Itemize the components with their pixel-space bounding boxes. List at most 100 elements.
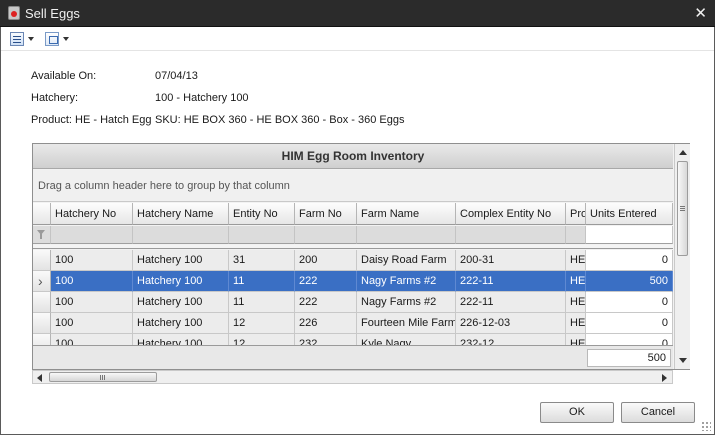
cell-hatchery-no[interactable]: 100: [51, 250, 133, 271]
cell-farm-name[interactable]: Kyle Nagy: [357, 334, 456, 345]
cell-units-entered[interactable]: 0: [586, 334, 673, 345]
cell-farm-name[interactable]: Fourteen Mile Farm: [357, 313, 456, 334]
cell-units-entered[interactable]: 0: [586, 292, 673, 313]
ok-button[interactable]: OK: [540, 402, 614, 423]
scroll-left-icon[interactable]: [37, 374, 42, 382]
egg-inventory-grid: HIM Egg Room Inventory Drag a column hea…: [32, 143, 690, 370]
title-bar: Sell Eggs ✕: [0, 0, 715, 27]
filter-product[interactable]: [566, 226, 586, 244]
filter-entity-no[interactable]: [229, 226, 295, 244]
row-selector[interactable]: [33, 250, 51, 271]
cancel-button[interactable]: Cancel: [621, 402, 695, 423]
horizontal-scroll-thumb[interactable]: [49, 372, 157, 382]
horizontal-scrollbar[interactable]: [32, 370, 673, 384]
cell-hatchery-name[interactable]: Hatchery 100: [133, 271, 229, 292]
cell-farm-name[interactable]: Daisy Road Farm: [357, 250, 456, 271]
layout-dropdown[interactable]: [45, 31, 69, 47]
cell-hatchery-no[interactable]: 100: [51, 334, 133, 345]
grid-rows: 100 Hatchery 100 31 200 Daisy Road Farm …: [33, 250, 673, 345]
row-selector[interactable]: [33, 334, 51, 345]
list-view-dropdown[interactable]: [10, 31, 34, 47]
cell-farm-no[interactable]: 232: [295, 334, 357, 345]
group-by-panel[interactable]: Drag a column header here to group by th…: [33, 170, 673, 202]
table-row[interactable]: 100 Hatchery 100 11 222 Nagy Farms #2 22…: [33, 292, 673, 313]
product-label: Product: HE - Hatch Egg: [31, 114, 152, 126]
col-header-product[interactable]: Pro: [566, 203, 586, 225]
grid-title: HIM Egg Room Inventory: [33, 144, 673, 169]
close-icon[interactable]: ✕: [694, 4, 707, 22]
cell-farm-name[interactable]: Nagy Farms #2: [357, 271, 456, 292]
row-selector[interactable]: [33, 292, 51, 313]
toolbar: [1, 27, 714, 51]
cell-farm-no[interactable]: 226: [295, 313, 357, 334]
cell-hatchery-no[interactable]: 100: [51, 313, 133, 334]
filter-farm-no[interactable]: [295, 226, 357, 244]
cell-farm-no[interactable]: 222: [295, 292, 357, 313]
filter-icon: [37, 230, 45, 239]
cell-hatchery-no[interactable]: 100: [51, 271, 133, 292]
scroll-right-icon[interactable]: [662, 374, 667, 382]
hatchery-label: Hatchery:: [31, 92, 79, 104]
cell-entity-no[interactable]: 11: [229, 292, 295, 313]
cell-complex-entity-no[interactable]: 222-11: [456, 292, 566, 313]
dialog-body: Available On: 07/04/13 Hatchery: 100 - H…: [0, 27, 715, 435]
cell-product[interactable]: HE: [566, 250, 586, 271]
layout-icon: [45, 32, 59, 46]
cell-complex-entity-no[interactable]: 232-12: [456, 334, 566, 345]
cell-hatchery-name[interactable]: Hatchery 100: [133, 292, 229, 313]
cell-farm-no[interactable]: 200: [295, 250, 357, 271]
cell-units-entered[interactable]: 500: [586, 271, 673, 292]
cell-product[interactable]: HE: [566, 271, 586, 292]
cell-entity-no[interactable]: 12: [229, 334, 295, 345]
window-title: Sell Eggs: [25, 6, 80, 21]
cell-product[interactable]: HE: [566, 334, 586, 345]
cell-units-entered[interactable]: 0: [586, 313, 673, 334]
col-header-entity-no[interactable]: Entity No: [229, 203, 295, 225]
cell-hatchery-name[interactable]: Hatchery 100: [133, 250, 229, 271]
cell-complex-entity-no[interactable]: 222-11: [456, 271, 566, 292]
row-selector-header: [33, 203, 51, 225]
table-row[interactable]: 100 Hatchery 100 12 232 Kyle Nagy 232-12…: [33, 334, 673, 345]
cell-farm-name[interactable]: Nagy Farms #2: [357, 292, 456, 313]
resize-grip-icon[interactable]: [701, 421, 711, 431]
vertical-scroll-thumb[interactable]: [677, 161, 688, 256]
filter-complex-entity-no[interactable]: [456, 226, 566, 244]
col-header-farm-name[interactable]: Farm Name: [357, 203, 456, 225]
cell-product[interactable]: HE: [566, 313, 586, 334]
scroll-down-icon[interactable]: [679, 358, 687, 363]
col-header-farm-no[interactable]: Farm No: [295, 203, 357, 225]
table-row-selected[interactable]: 100 Hatchery 100 11 222 Nagy Farms #2 22…: [33, 271, 673, 292]
cell-complex-entity-no[interactable]: 226-12-03: [456, 313, 566, 334]
cell-entity-no[interactable]: 11: [229, 271, 295, 292]
chevron-down-icon: [28, 37, 34, 41]
filter-hatchery-no[interactable]: [51, 226, 133, 244]
col-header-complex-entity-no[interactable]: Complex Entity No: [456, 203, 566, 225]
cell-hatchery-name[interactable]: Hatchery 100: [133, 313, 229, 334]
filter-units-entered[interactable]: [586, 226, 673, 244]
cell-farm-no[interactable]: 222: [295, 271, 357, 292]
vertical-scrollbar[interactable]: [674, 144, 690, 369]
hatchery-value: 100 - Hatchery 100: [155, 92, 249, 104]
available-on-label: Available On:: [31, 70, 97, 82]
cell-complex-entity-no[interactable]: 200-31: [456, 250, 566, 271]
filter-farm-name[interactable]: [357, 226, 456, 244]
available-on-value: 07/04/13: [155, 70, 198, 82]
chevron-down-icon: [63, 37, 69, 41]
cell-hatchery-no[interactable]: 100: [51, 292, 133, 313]
cell-units-entered[interactable]: 0: [586, 250, 673, 271]
row-selector[interactable]: [33, 313, 51, 334]
scroll-up-icon[interactable]: [679, 150, 687, 155]
filter-hatchery-name[interactable]: [133, 226, 229, 244]
cell-hatchery-name[interactable]: Hatchery 100: [133, 334, 229, 345]
app-icon: [8, 6, 20, 20]
col-header-hatchery-name[interactable]: Hatchery Name: [133, 203, 229, 225]
cell-entity-no[interactable]: 12: [229, 313, 295, 334]
cell-product[interactable]: HE: [566, 292, 586, 313]
col-header-hatchery-no[interactable]: Hatchery No: [51, 203, 133, 225]
grid-footer: 500: [33, 345, 673, 369]
row-selector[interactable]: [33, 271, 51, 292]
cell-entity-no[interactable]: 31: [229, 250, 295, 271]
col-header-units-entered[interactable]: Units Entered: [586, 203, 673, 225]
table-row[interactable]: 100 Hatchery 100 12 226 Fourteen Mile Fa…: [33, 313, 673, 334]
table-row[interactable]: 100 Hatchery 100 31 200 Daisy Road Farm …: [33, 250, 673, 271]
